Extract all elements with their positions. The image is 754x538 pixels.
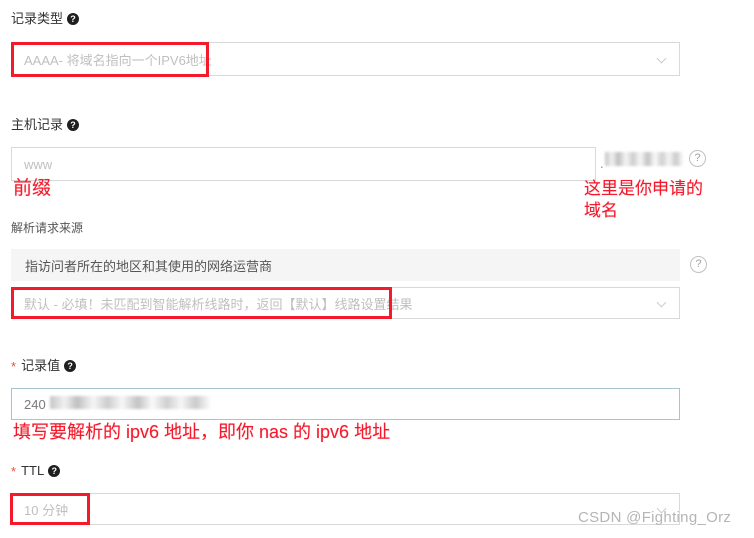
ipv6-annotation: 填写要解析的 ipv6 地址，即你 nas 的 ipv6 地址 bbox=[13, 422, 391, 442]
request-source-label: 解析请求来源 bbox=[11, 221, 84, 235]
chevron-down-icon[interactable] bbox=[658, 299, 667, 308]
ttl-value: 10 分钟 bbox=[24, 502, 69, 518]
help-icon[interactable]: ? bbox=[67, 13, 80, 25]
request-source-info-strip: 指访问者所在的地区和其使用的网络运营商 bbox=[11, 249, 680, 281]
record-value-prefix: 240 bbox=[24, 396, 46, 412]
host-record-label-group: 主机记录 ? bbox=[11, 117, 80, 133]
request-source-info-text: 指访问者所在的地区和其使用的网络运营商 bbox=[25, 258, 273, 274]
domain-suffix-dot: . bbox=[600, 156, 604, 171]
request-source-value: 默认 - 必填！未匹配到智能解析线路时，返回【默认】线路设置结果 bbox=[24, 296, 413, 312]
record-type-label: 记录类型 bbox=[11, 11, 64, 26]
help-circle-icon[interactable]: ? bbox=[689, 150, 706, 167]
ttl-label-group: * TTL ? bbox=[11, 463, 61, 479]
request-source-select[interactable]: 默认 - 必填！未匹配到智能解析线路时，返回【默认】线路设置结果 bbox=[11, 287, 680, 319]
help-circle-icon[interactable]: ? bbox=[690, 256, 707, 273]
required-marker: * bbox=[11, 358, 17, 374]
help-icon[interactable]: ? bbox=[64, 360, 77, 372]
request-source-label-group: 解析请求来源 bbox=[11, 220, 83, 236]
ttl-label: TTL bbox=[21, 463, 45, 478]
host-record-placeholder: www bbox=[24, 156, 53, 172]
record-value-label-group: * 记录值 ? bbox=[11, 358, 77, 374]
host-record-label: 主机记录 bbox=[11, 117, 64, 132]
required-marker: * bbox=[11, 463, 17, 479]
redacted-record-value bbox=[50, 396, 210, 409]
record-type-value: AAAA- 将域名指向一个IPV6地址 bbox=[24, 52, 212, 68]
redacted-domain-suffix bbox=[605, 152, 683, 166]
record-value-label: 记录值 bbox=[21, 358, 61, 373]
prefix-annotation: 前缀 bbox=[13, 178, 52, 199]
host-record-input[interactable]: www bbox=[11, 147, 596, 181]
record-type-label-group: 记录类型 ? bbox=[11, 11, 80, 27]
help-icon[interactable]: ? bbox=[48, 465, 61, 477]
domain-annotation: 这里是你申请的 域名 bbox=[584, 179, 703, 220]
help-icon[interactable]: ? bbox=[67, 119, 80, 131]
record-type-select[interactable]: AAAA- 将域名指向一个IPV6地址 bbox=[11, 42, 680, 76]
chevron-down-icon[interactable] bbox=[658, 55, 667, 64]
dns-record-form-screenshot: 记录类型 ? AAAA- 将域名指向一个IPV6地址 主机记录 ? www . … bbox=[0, 0, 754, 538]
csdn-watermark: CSDN @Fighting_Orz bbox=[578, 509, 732, 526]
